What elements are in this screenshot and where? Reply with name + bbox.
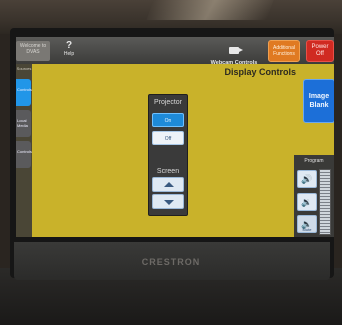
top-bar: Welcome to DVAS ? Help Webcam Controls A…: [16, 37, 334, 67]
mute-label: Mute: [302, 227, 312, 232]
webcam-controls-button[interactable]: Webcam Controls: [206, 41, 262, 67]
speaker-down-icon: 🔉: [301, 197, 313, 207]
projector-on-button[interactable]: On: [152, 113, 184, 127]
device-brand: CRESTRON: [141, 257, 201, 267]
power-off-button[interactable]: Power Off: [306, 40, 334, 62]
speaker-up-icon: 🔊: [301, 174, 313, 184]
volume-up-button[interactable]: 🔊: [297, 170, 317, 188]
screen-up-button[interactable]: [152, 177, 184, 192]
volume-meter[interactable]: [319, 169, 331, 235]
help-button[interactable]: ? Help: [60, 40, 78, 57]
projector-title: Projector: [153, 99, 182, 106]
webcam-controls-label: Webcam Controls: [210, 60, 258, 66]
welcome-tab[interactable]: Welcome to DVAS: [16, 41, 50, 61]
arrow-down-icon: [164, 200, 174, 205]
ceiling-light-reflection: [146, 0, 274, 20]
touch-screen: Welcome to DVAS ? Help Webcam Controls A…: [16, 37, 334, 237]
image-blank-button[interactable]: Image Blank: [303, 79, 334, 123]
mute-button[interactable]: 🔈 Mute: [297, 215, 317, 233]
page-title: Display Controls: [224, 67, 296, 77]
left-nav-header: Sources: [16, 66, 32, 71]
nav-item-controls-2[interactable]: Controls: [16, 141, 32, 168]
additional-functions-button[interactable]: Additional Functions: [268, 40, 300, 62]
nav-item-local-media[interactable]: Local Media: [16, 110, 31, 137]
nav-item-controls[interactable]: Controls: [16, 79, 32, 106]
screen-title: Screen: [156, 168, 180, 175]
projector-off-button[interactable]: Off: [152, 131, 184, 145]
program-volume-panel: Program 🔊 🔉 🔈 Mute: [294, 155, 334, 237]
screen-down-button[interactable]: [152, 194, 184, 209]
arrow-up-icon: [164, 182, 174, 187]
volume-down-button[interactable]: 🔉: [297, 193, 317, 211]
projector-panel: Projector On Off Screen: [148, 94, 188, 216]
video-camera-icon: [229, 47, 243, 54]
program-title: Program: [304, 158, 324, 164]
help-label: Help: [63, 51, 75, 57]
help-icon: ?: [65, 40, 73, 51]
